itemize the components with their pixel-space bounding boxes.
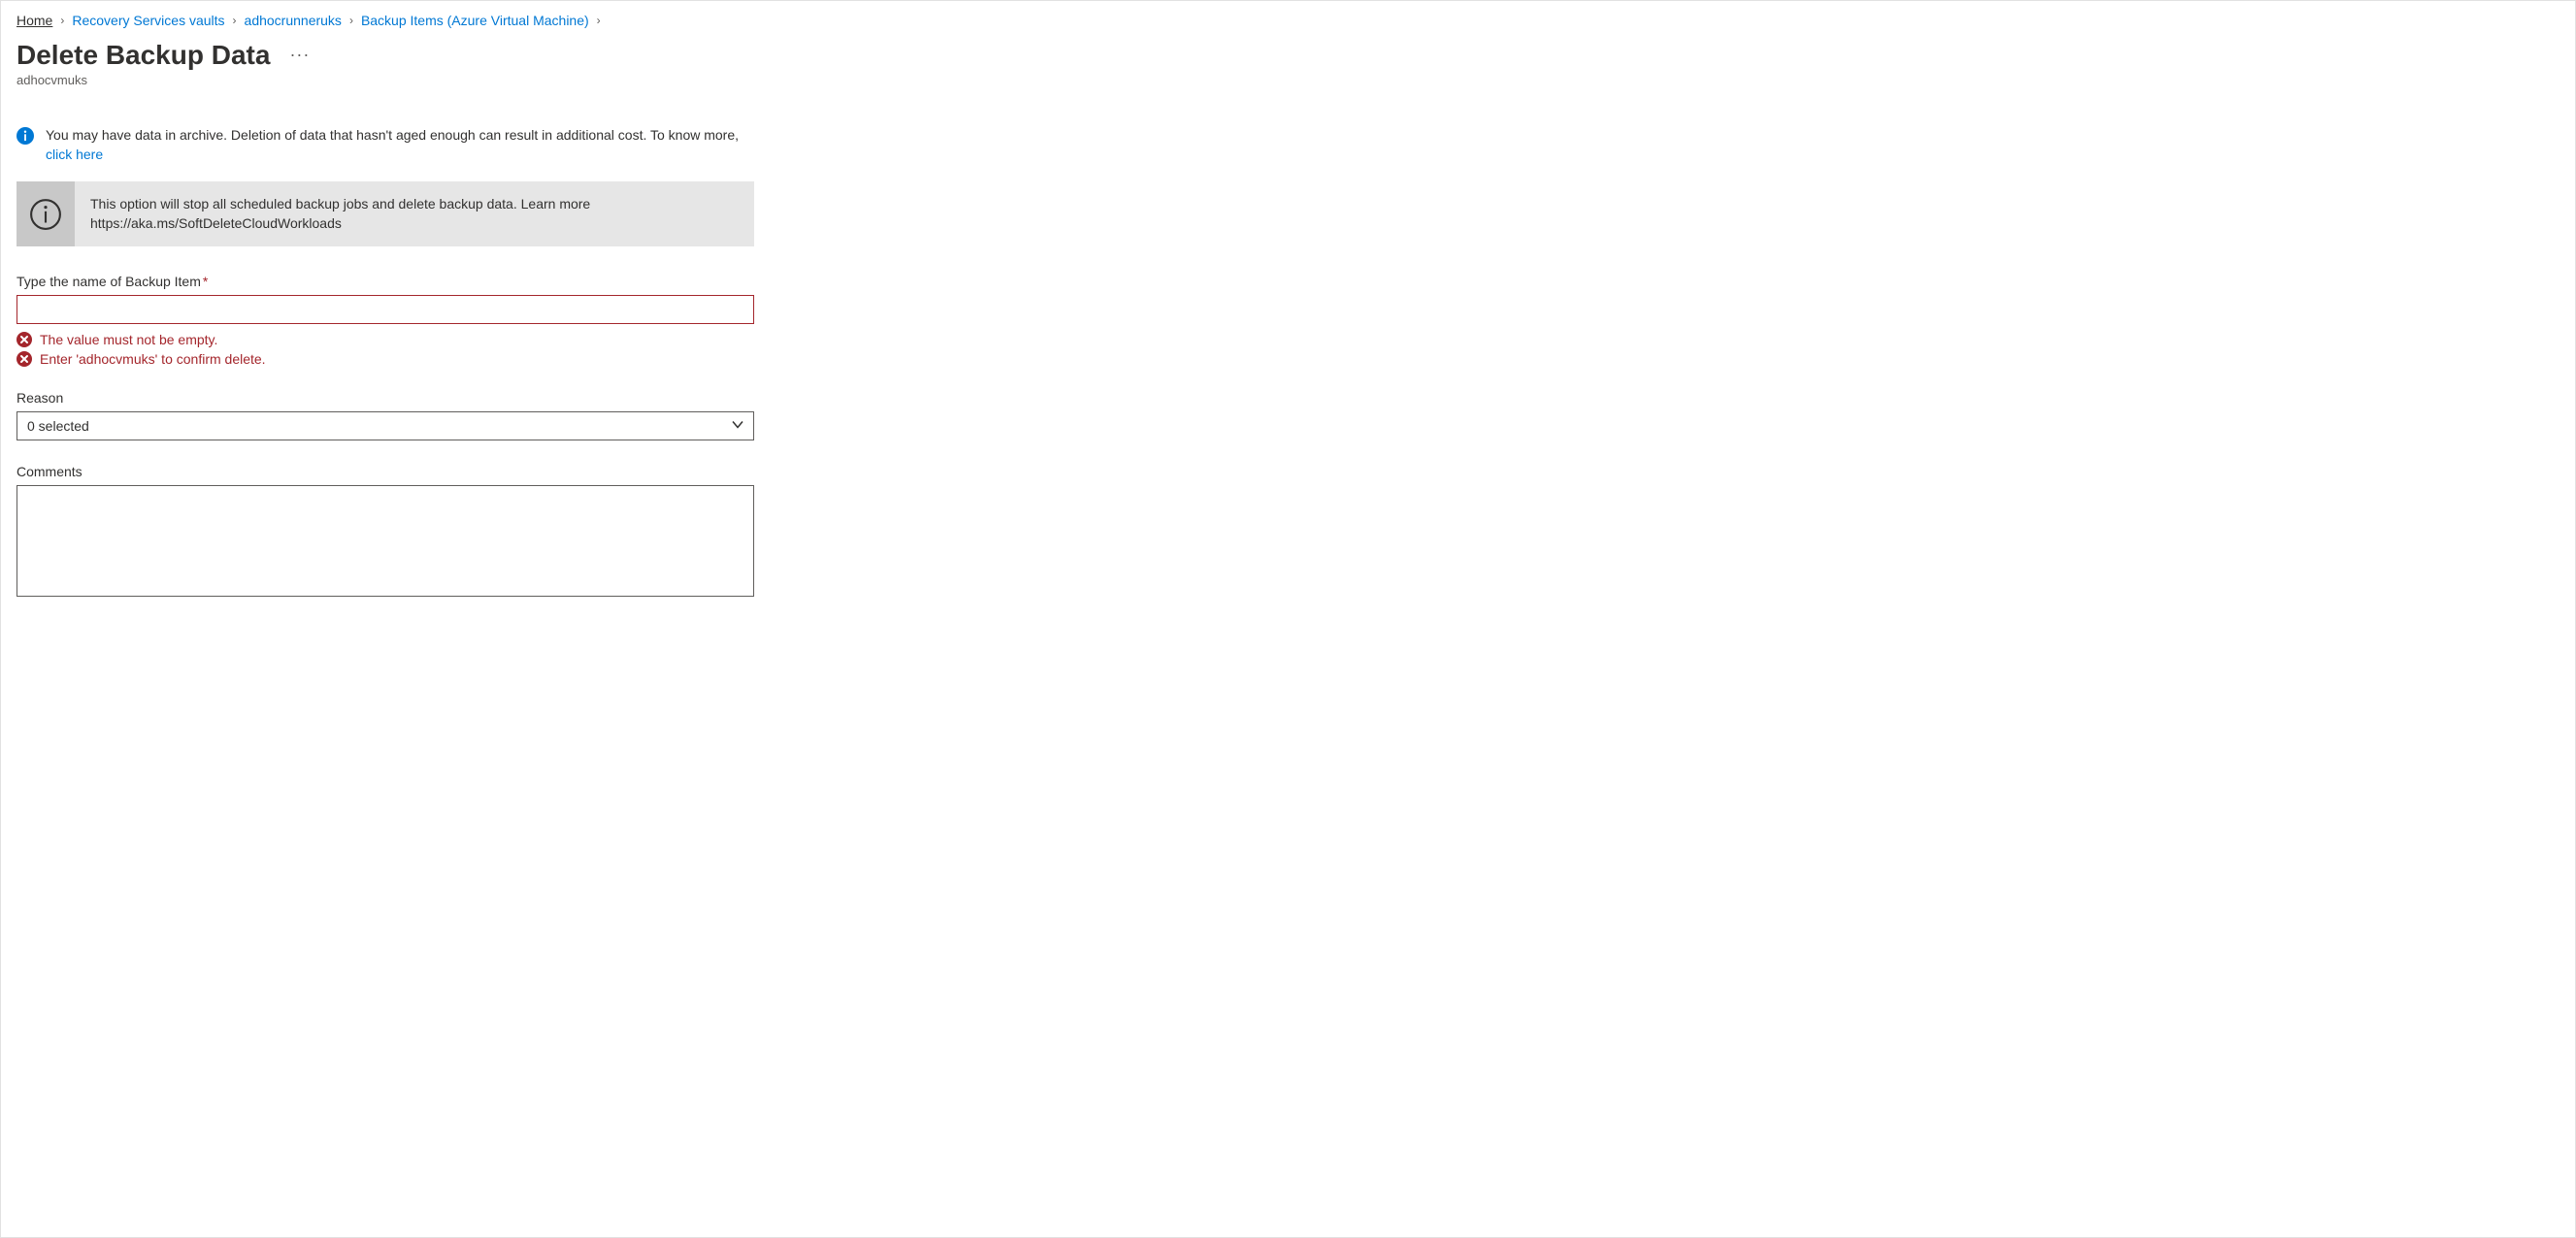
backup-item-name-input[interactable] [17,295,754,324]
info-banner-text: You may have data in archive. Deletion o… [46,127,739,143]
page-title: Delete Backup Data [17,40,270,71]
comments-field-label: Comments [17,464,754,479]
error-icon [17,351,32,367]
info-banner: You may have data in archive. Deletion o… [17,126,754,164]
page-subtitle: adhocvmuks [17,73,2559,87]
more-actions-button[interactable]: ··· [289,45,310,67]
breadcrumb-rsv[interactable]: Recovery Services vaults [72,13,224,28]
warning-banner-line1: This option will stop all scheduled back… [90,195,590,214]
chevron-right-icon: › [597,14,601,27]
chevron-right-icon: › [233,14,237,27]
reason-field-label: Reason [17,390,754,406]
info-banner-link[interactable]: click here [46,147,103,162]
warning-banner: This option will stop all scheduled back… [17,181,754,246]
breadcrumb: Home › Recovery Services vaults › adhocr… [17,13,2559,28]
info-outline-icon [17,181,75,246]
validation-error-text: Enter 'adhocvmuks' to confirm delete. [40,351,266,367]
info-icon [17,127,34,145]
chevron-right-icon: › [60,14,64,27]
chevron-right-icon: › [349,14,353,27]
comments-textarea[interactable] [17,485,754,597]
error-icon [17,332,32,347]
warning-banner-line2: https://aka.ms/SoftDeleteCloudWorkloads [90,214,590,234]
validation-error: The value must not be empty. [17,332,754,347]
breadcrumb-items[interactable]: Backup Items (Azure Virtual Machine) [361,13,589,28]
validation-error-text: The value must not be empty. [40,332,217,347]
breadcrumb-home[interactable]: Home [17,13,52,28]
validation-error: Enter 'adhocvmuks' to confirm delete. [17,351,754,367]
breadcrumb-vault[interactable]: adhocrunneruks [245,13,342,28]
name-field-label: Type the name of Backup Item* [17,274,754,289]
reason-select[interactable]: 0 selected [17,411,754,440]
